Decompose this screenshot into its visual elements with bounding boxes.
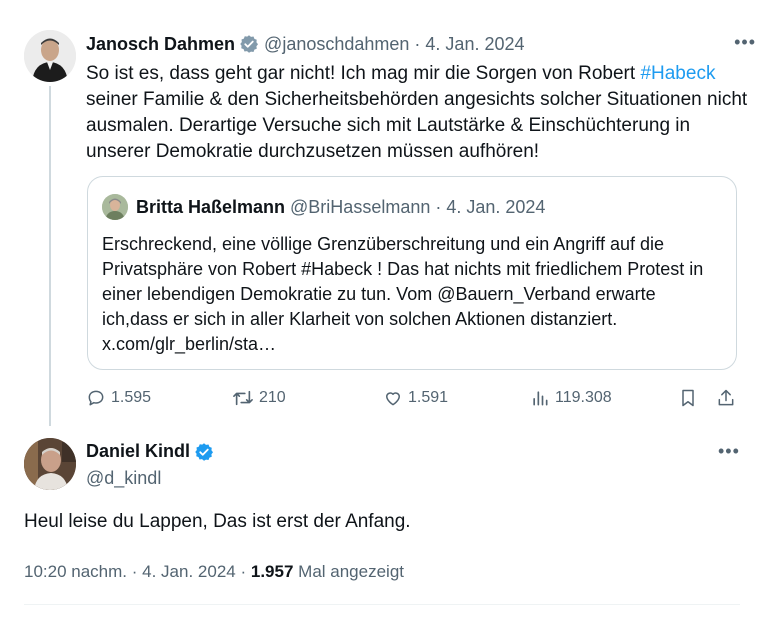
separator: ·	[435, 196, 442, 217]
share-button[interactable]	[716, 384, 741, 412]
tweet-time[interactable]: 10:20 nachm.	[24, 562, 127, 581]
like-button[interactable]: 1.591	[383, 384, 448, 412]
separator: ·	[131, 562, 138, 581]
quote-text: Erschreckend, eine völlige Grenzüberschr…	[102, 234, 704, 354]
britta-hasselmann-avatar	[102, 194, 128, 220]
quote-date: 4. Jan. 2024	[446, 196, 546, 217]
tweet-date[interactable]: 4. Jan. 2024	[142, 562, 236, 581]
divider	[24, 604, 740, 605]
main-tweet-author: Daniel Kindl	[86, 441, 214, 462]
bookmark-button[interactable]	[678, 384, 703, 412]
verified-badge-icon	[194, 442, 214, 462]
views-icon	[533, 391, 548, 406]
tweet-text-part: So ist es, dass geht gar nicht! Ich mag …	[86, 63, 641, 84]
like-count: 1.591	[408, 389, 449, 406]
bookmark-icon	[682, 389, 694, 407]
reply-button[interactable]: 1.595	[86, 384, 151, 412]
repost-button[interactable]: 210	[232, 384, 286, 412]
view-count: 1.957	[250, 562, 294, 581]
quote-author-handle: @BriHasselmann	[290, 196, 431, 217]
reply-icon	[88, 390, 104, 406]
thread-connector-line	[49, 86, 51, 426]
daniel-kindl-avatar[interactable]	[24, 438, 76, 490]
share-icon	[718, 389, 734, 406]
quoted-thread-tweet-header: Janosch Dahmen @janoschdahmen · 4. Jan. …	[86, 32, 756, 56]
more-icon[interactable]: •••	[718, 441, 740, 462]
view-label: Mal angezeigt	[298, 562, 404, 581]
author-name[interactable]: Daniel Kindl	[86, 441, 190, 462]
more-icon[interactable]: •••	[734, 32, 756, 53]
verified-badge-icon	[239, 34, 259, 54]
views-button[interactable]: 119.308	[530, 384, 612, 412]
reply-count: 1.595	[111, 389, 152, 406]
quote-header: Britta Haßelmann @BriHasselmann · 4. Jan…	[102, 194, 545, 220]
author-handle[interactable]: @d_kindl	[86, 468, 161, 489]
janosch-dahmen-avatar[interactable]	[24, 30, 76, 82]
quote-author-name: Britta Haßelmann	[136, 196, 286, 217]
tweet-text: So ist es, dass geht gar nicht! Ich mag …	[86, 61, 756, 165]
tweet-thread-view: Janosch Dahmen @janoschdahmen · 4. Jan. …	[0, 0, 773, 621]
views-count: 119.308	[555, 389, 612, 406]
tweet-action-bar: 1.595 210 1.591 119.308	[86, 384, 746, 412]
tweet-meta: 10:20 nachm. · 4. Jan. 2024 · 1.957 Mal …	[24, 562, 404, 582]
quoted-tweet-card[interactable]: Britta Haßelmann @BriHasselmann · 4. Jan…	[87, 176, 737, 370]
main-tweet-text: Heul leise du Lappen, Das ist erst der A…	[24, 511, 411, 532]
repost-icon	[233, 390, 253, 406]
separator: ·	[240, 562, 247, 581]
tweet-text-part: seiner Familie & den Sicherheitsbehörden…	[86, 89, 748, 162]
repost-count: 210	[259, 389, 286, 406]
author-name[interactable]: Janosch Dahmen	[86, 34, 235, 55]
separator: ·	[414, 33, 421, 54]
author-handle[interactable]: @janoschdahmen	[264, 34, 409, 55]
like-icon	[386, 392, 400, 406]
hashtag-link[interactable]: #Habeck	[640, 63, 715, 84]
tweet-date[interactable]: 4. Jan. 2024	[425, 34, 524, 55]
